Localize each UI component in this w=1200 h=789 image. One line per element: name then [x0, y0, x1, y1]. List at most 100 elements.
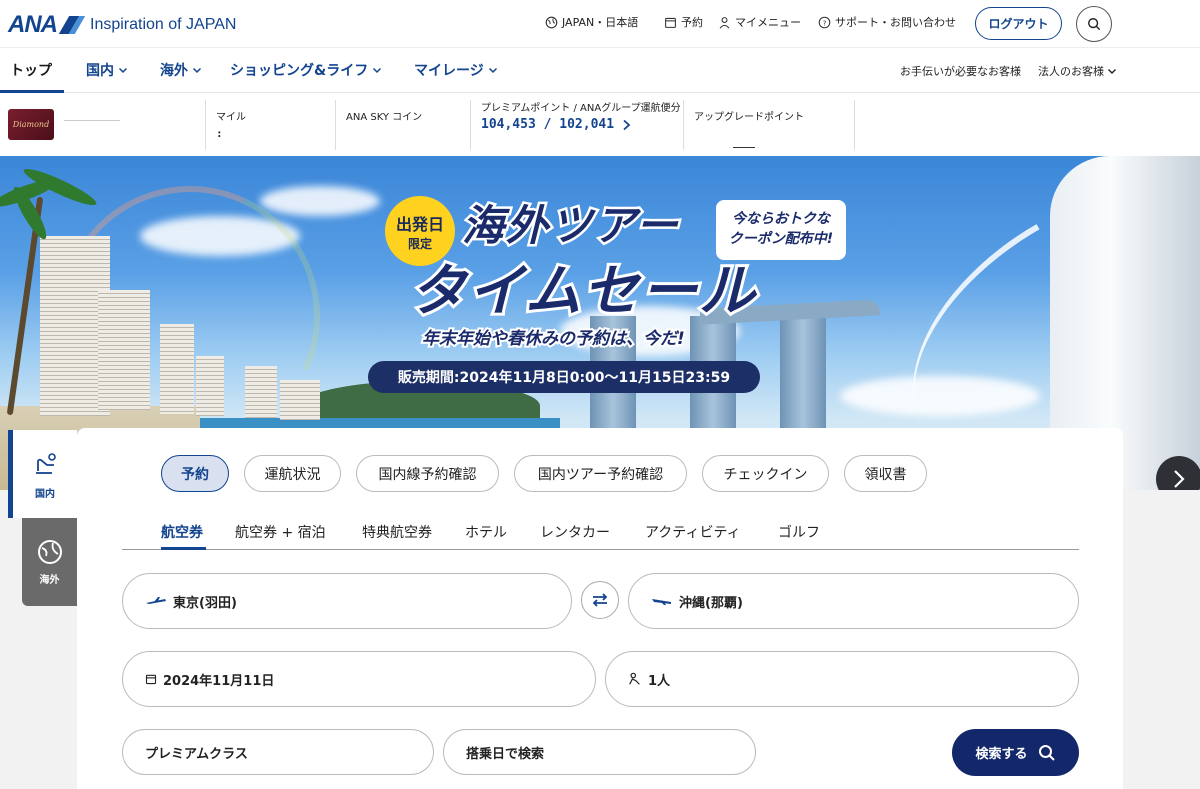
- departure-date-value: 2024年11月11日: [163, 673, 275, 689]
- support-label: サポート・お問い合わせ: [835, 16, 956, 29]
- redacted-name: [64, 120, 120, 121]
- side-tab-international-label: 海外: [39, 574, 60, 586]
- pill-flight-status[interactable]: 運航状況: [244, 455, 341, 492]
- pill-domestic-booking-check[interactable]: 国内線予約確認: [356, 455, 499, 492]
- banner-headline-2: タイムセール: [407, 256, 758, 327]
- hotel-building: [196, 356, 224, 416]
- miles-cell[interactable]: マイル :: [205, 100, 335, 150]
- flight-search-label: 検索する: [975, 747, 1028, 762]
- hotel-building: [245, 366, 277, 418]
- ana-logo[interactable]: ANA Inspiration of JAPAN: [8, 11, 236, 39]
- pill-receipt[interactable]: 領収書: [844, 455, 927, 492]
- question-icon: ?: [818, 16, 831, 28]
- header-reserve-link[interactable]: 予約: [664, 14, 703, 30]
- banner-subcopy: 年末年始や春休みの予約は、今だ!: [420, 327, 687, 351]
- departure-date-field[interactable]: 2024年11月11日: [122, 651, 596, 707]
- logo-tagline: Inspiration of JAPAN: [90, 16, 237, 33]
- nav-international-label: 海外: [160, 63, 188, 79]
- my-menu-link[interactable]: マイメニュー: [718, 14, 801, 30]
- booking-panel: 予約 運航状況 国内線予約確認 国内ツアー予約確認 チェックイン 領収書 航空券…: [77, 428, 1123, 789]
- search-icon: [1088, 18, 1101, 31]
- side-tab-international[interactable]: 海外: [22, 518, 77, 606]
- nav-top[interactable]: トップ: [10, 60, 52, 80]
- chevron-down-icon: [118, 67, 128, 74]
- nav-mileage-label: マイレージ: [414, 63, 484, 79]
- pill-domestic-tour-check[interactable]: 国内ツアー予約確認: [514, 455, 687, 492]
- logo-mark-icon: [58, 16, 84, 34]
- chevron-right-icon: [1174, 470, 1185, 488]
- coupon-line1: 今ならおトクな: [732, 211, 830, 228]
- subtab-award-ticket[interactable]: 特典航空券: [362, 522, 432, 542]
- pill-reserve[interactable]: 予約: [161, 455, 229, 492]
- coupon-line2: クーポン配布中!: [728, 231, 834, 247]
- reserve-label: 予約: [681, 16, 703, 29]
- to-airport-field[interactable]: 沖縄(那覇): [628, 573, 1079, 629]
- miles-value: :: [216, 127, 223, 140]
- premium-points-cell[interactable]: プレミアムポイント / ANAグループ運航便分 104,453 / 102,04…: [470, 100, 683, 150]
- subtab-golf[interactable]: ゴルフ: [778, 522, 820, 542]
- help-label: お手伝いが必要なお客様: [900, 65, 1021, 78]
- departure-plane-icon: [146, 597, 166, 604]
- logo-wordmark: ANA: [8, 11, 58, 38]
- nav-active-indicator: [0, 90, 64, 93]
- airline-seat-icon: [36, 452, 56, 474]
- logout-button[interactable]: ログアウト: [975, 7, 1062, 40]
- support-link[interactable]: ? サポート・お問い合わせ: [818, 14, 956, 30]
- miles-label: マイル: [216, 112, 246, 123]
- upgrade-points-label: アップグレードポイント: [694, 112, 804, 123]
- premium-points-label: プレミアムポイント / ANAグループ運航便分: [481, 103, 681, 114]
- search-icon: [1038, 744, 1055, 761]
- passengers-field[interactable]: 1人: [605, 651, 1079, 707]
- nav-domestic[interactable]: 国内: [86, 60, 128, 80]
- subtab-air-hotel[interactable]: 航空券 + 宿泊: [235, 522, 326, 542]
- sale-period-bar: 販売期間:2024年11月8日0:00〜11月15日23:59: [368, 361, 760, 393]
- svg-text:?: ?: [823, 18, 827, 27]
- help-link[interactable]: お手伝いが必要なお客様: [900, 63, 1021, 79]
- subtab-hotel[interactable]: ホテル: [465, 522, 507, 542]
- right-gutter: [1123, 490, 1200, 789]
- header: ANA Inspiration of JAPAN JAPAN・日本語 予約 マイ…: [0, 0, 1200, 48]
- subtab-divider: [122, 549, 1079, 550]
- arrival-plane-icon: [652, 599, 671, 605]
- cabin-class-select[interactable]: プレミアムクラス: [122, 729, 434, 775]
- global-nav: トップ 国内 海外 ショッピング&ライフ マイレージ お手伝いが必要なお客様 法…: [0, 48, 1200, 93]
- from-airport-value: 東京(羽田): [173, 595, 237, 611]
- pill-checkin[interactable]: チェックイン: [702, 455, 829, 492]
- swap-airports-button[interactable]: [581, 581, 619, 619]
- to-airport-value: 沖縄(那覇): [679, 595, 743, 611]
- nav-international[interactable]: 海外: [160, 60, 202, 80]
- subtab-rental-car[interactable]: レンタカー: [540, 522, 610, 542]
- calendar-icon: [665, 17, 676, 28]
- passenger-icon: [629, 672, 640, 685]
- from-airport-field[interactable]: 東京(羽田): [122, 573, 572, 629]
- diamond-status-card: Diamond: [8, 109, 54, 140]
- corporate-label: 法人のお客様: [1038, 65, 1104, 78]
- building-tower: [780, 312, 826, 436]
- chevron-down-icon: [488, 67, 497, 74]
- header-search-button[interactable]: [1076, 6, 1112, 42]
- skycoin-cell[interactable]: ANA SKY コイン: [335, 100, 470, 150]
- subtab-air-ticket[interactable]: 航空券: [161, 522, 203, 542]
- premium-points-value: 104,453 / 102,041: [481, 117, 615, 132]
- badge-line1: 出発日: [395, 214, 444, 234]
- cloud: [260, 186, 380, 216]
- nav-shopping-label: ショッピング&ライフ: [230, 63, 369, 79]
- region-selector[interactable]: JAPAN・日本語: [545, 14, 638, 30]
- subtab-activity[interactable]: アクティビティ: [645, 522, 741, 542]
- hotel-building: [98, 290, 150, 410]
- card-tier-text: Diamond: [12, 120, 50, 129]
- upgrade-points-cell[interactable]: アップグレードポイント: [683, 100, 855, 150]
- nav-shopping-life[interactable]: ショッピング&ライフ: [230, 60, 382, 80]
- nav-mileage[interactable]: マイレージ: [414, 60, 498, 80]
- banner-headline-1: 海外ツアー: [459, 199, 680, 253]
- globe-icon: [545, 16, 558, 28]
- flight-search-button[interactable]: 検索する: [952, 729, 1079, 776]
- globe-icon: [37, 539, 62, 564]
- cabin-class-value: プレミアムクラス: [145, 746, 248, 762]
- search-mode-select[interactable]: 搭乗日で検索: [443, 729, 756, 775]
- corporate-link[interactable]: 法人のお客様: [1038, 63, 1117, 79]
- carousel-next-button[interactable]: [1156, 456, 1200, 490]
- side-tab-domestic[interactable]: 国内: [8, 430, 77, 518]
- subtab-active-indicator: [161, 547, 206, 550]
- passengers-value: 1人: [648, 673, 671, 689]
